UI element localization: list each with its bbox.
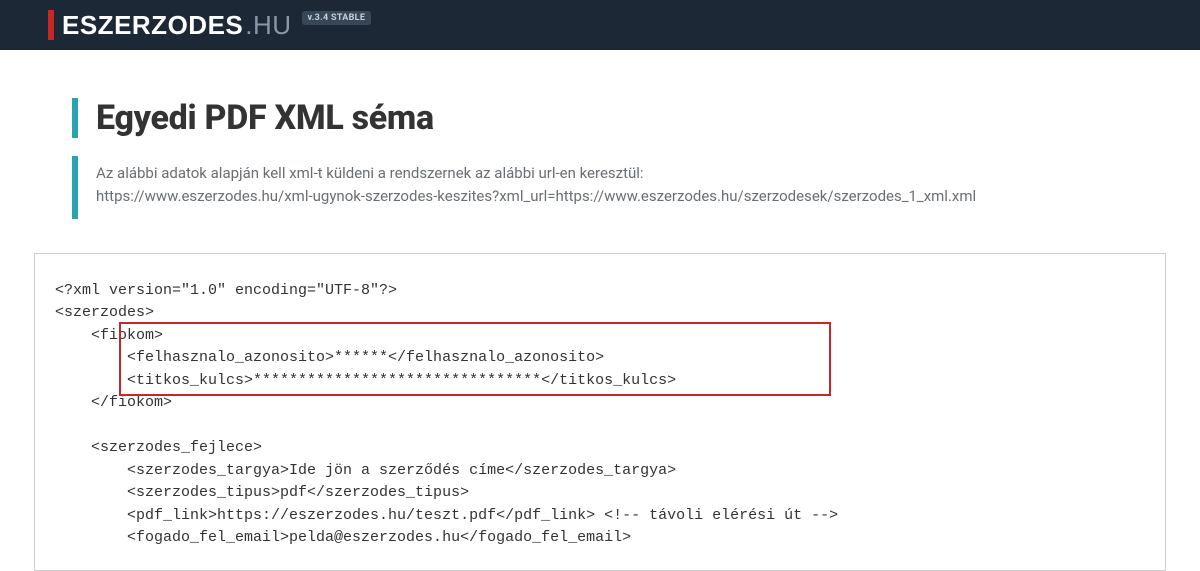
page-title: Egyedi PDF XML séma	[96, 98, 1128, 138]
intro-line-2: https://www.eszerzodes.hu/xml-ugynok-sze…	[96, 185, 1128, 208]
version-badge: v.3.4 STABLE	[302, 11, 372, 25]
xml-code: <?xml version="1.0" encoding="UTF-8"?> <…	[55, 280, 1145, 550]
logo-main: ESZERZODES	[62, 10, 243, 41]
title-block: Egyedi PDF XML séma	[72, 98, 1128, 138]
app-header: ESZERZODES .HU v.3.4 STABLE	[0, 0, 1200, 50]
logo-suffix: .HU	[245, 10, 291, 41]
main-content: Egyedi PDF XML séma Az alábbi adatok ala…	[0, 50, 1200, 571]
intro-line-1: Az alábbi adatok alapján kell xml-t küld…	[96, 162, 1128, 185]
code-box: <?xml version="1.0" encoding="UTF-8"?> <…	[34, 253, 1166, 571]
logo-accent-bar	[48, 10, 54, 40]
intro-block: Az alábbi adatok alapján kell xml-t küld…	[72, 156, 1128, 219]
